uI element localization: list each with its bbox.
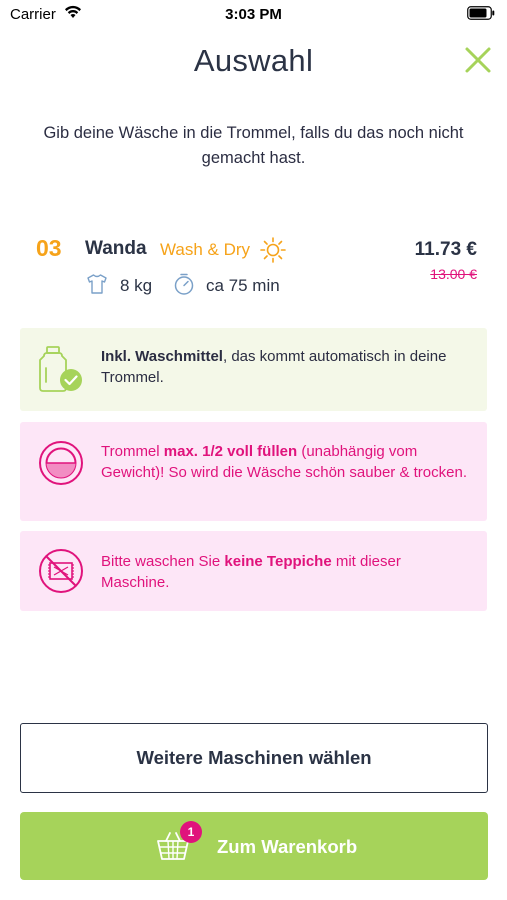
- more-machines-button[interactable]: Weitere Maschinen wählen: [20, 723, 488, 793]
- fill-info-text: Trommel max. 1/2 voll füllen (unabhängig…: [101, 443, 467, 481]
- cart-count-badge: 1: [180, 821, 202, 843]
- drum-icon: [39, 441, 83, 485]
- price-current: 11.73 €: [414, 239, 477, 260]
- machine-program: Wash & Dry: [160, 240, 251, 259]
- carpet-info-box: Bitte waschen Sie keine Teppiche mit die…: [20, 531, 487, 611]
- sun-icon: [260, 237, 286, 263]
- page-title: Auswahl: [193, 43, 314, 78]
- timer-icon: [174, 273, 194, 295]
- machine-number: 03: [36, 235, 62, 261]
- no-carpet-icon: [39, 549, 83, 593]
- fill-info-box: Trommel max. 1/2 voll füllen (unabhängig…: [20, 422, 487, 521]
- to-cart-button[interactable]: 1 Zum Warenkorb: [20, 812, 488, 880]
- more-machines-label: Weitere Maschinen wählen: [136, 747, 372, 768]
- battery-icon: [467, 6, 495, 20]
- carpet-info-text: Bitte waschen Sie keine Teppiche mit die…: [101, 553, 401, 591]
- to-cart-label: Zum Warenkorb: [217, 836, 358, 857]
- status-time: 3:03 PM: [225, 6, 282, 23]
- price-old: 13.00 €: [430, 266, 477, 282]
- detergent-icon: [39, 346, 82, 392]
- machine-name: Wanda: [85, 238, 147, 259]
- instruction-text: Gib deine Wäsche in die Trommel, falls d…: [43, 124, 464, 167]
- status-bar: Carrier 3:03 PM: [0, 0, 507, 28]
- close-button[interactable]: [463, 45, 493, 75]
- machine-capacity: 8 kg: [120, 276, 153, 295]
- detergent-info-box: Inkl. Waschmittel, das kommt automatisch…: [20, 328, 487, 411]
- shirt-icon: [87, 274, 107, 294]
- close-icon: [465, 47, 491, 73]
- detergent-info-text: Inkl. Waschmittel, das kommt automatisch…: [101, 348, 447, 386]
- machine-duration: ca 75 min: [206, 276, 280, 295]
